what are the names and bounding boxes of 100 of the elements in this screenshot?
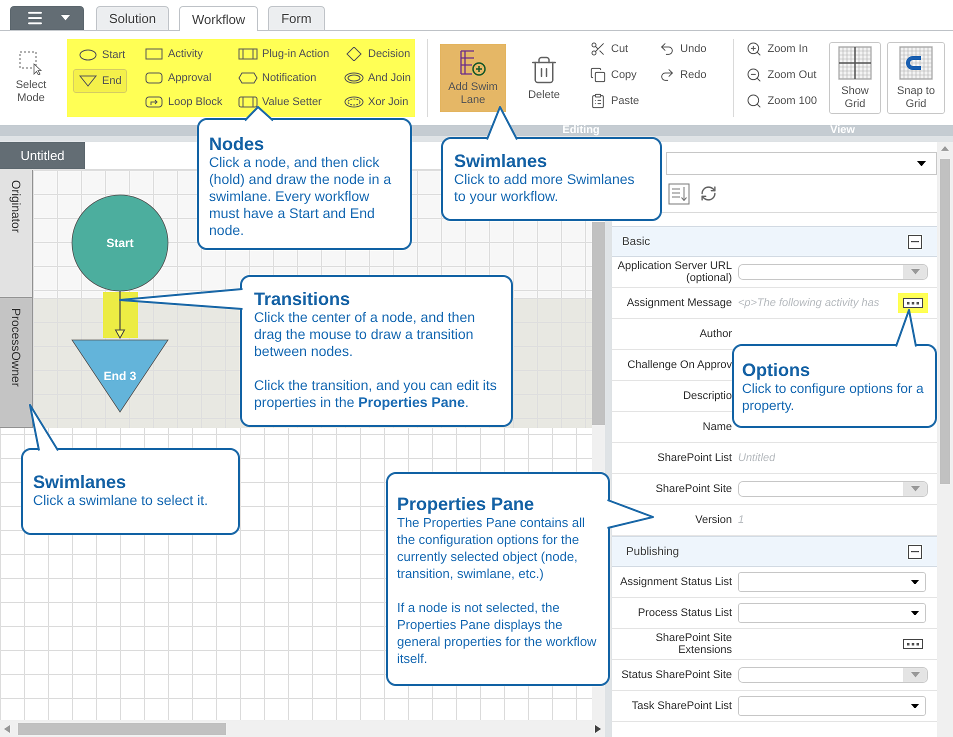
node-tool-button[interactable]: Approval [139,67,216,89]
dropdown-caret-icon [910,486,920,492]
node-tool-button[interactable]: Xor Join [339,91,414,113]
scroll-left-icon[interactable] [4,724,10,732]
menu-button[interactable] [10,6,84,30]
options-button[interactable] [898,293,928,313]
select-field[interactable] [738,603,926,623]
callout-title: Options [742,360,811,380]
callout-text: Click to configure options for a property. [742,380,925,414]
delete-button[interactable]: Delete [514,44,574,112]
combo-box[interactable] [738,667,928,683]
scroll-right-icon[interactable] [595,724,601,732]
ribbon-tab[interactable]: Solution [96,6,169,30]
ribbon-tab[interactable]: Form [268,6,325,30]
property-label: Assignment Status List [619,576,733,588]
start-node[interactable] [72,194,168,292]
zoom-button[interactable]: Zoom In [746,37,817,61]
select-mode-button[interactable]: Select Mode [10,48,52,108]
property-label: Name [702,421,733,433]
collapse-toggle[interactable] [908,544,922,558]
property-label: Status SharePoint Site [620,669,733,681]
property-label: Application Server URL (optional) [616,260,733,284]
caret-icon [61,15,70,21]
add-swim-lane-button[interactable]: Add Swim Lane [440,44,506,112]
property-label: SharePoint List [656,452,733,464]
scrollbar-thumb[interactable] [592,222,605,425]
select-field[interactable] [738,572,926,592]
node-tool-button[interactable]: Plug-in Action [233,43,334,65]
ellipsis-icon [903,298,923,308]
combo-box[interactable] [738,264,928,280]
transition-arrow[interactable] [114,291,126,340]
view-toggle-button[interactable]: Snap to Grid [887,42,945,114]
dropdown-caret-icon [911,610,919,616]
callout-title: Nodes [209,134,266,154]
document-tab[interactable]: Untitled [0,142,85,169]
dropdown-caret-icon [911,580,919,584]
collapse-toggle[interactable] [908,234,922,248]
trash-icon [529,54,559,84]
zoom-out-icon [746,67,762,83]
section-header[interactable]: Basic [612,226,937,257]
end-node[interactable] [71,340,169,413]
callout-title: Transitions [254,289,352,309]
zoom-button[interactable]: Zoom Out [746,63,817,87]
combo-box[interactable] [738,481,928,497]
magnifier-icon [746,93,762,109]
loop-shape-icon [144,95,164,109]
activity-shape-icon [144,47,164,61]
end-shape-icon [78,74,98,88]
callout-title: Swimlanes [454,151,548,171]
node-tool-button[interactable]: And Join [339,67,416,89]
property-label: Task SharePoint List [630,700,733,712]
property-value: 1 [738,514,744,526]
callout-text: The Properties Pane contains all the configuration options for the currently selected object (node, transition, swimlane, etc.) [397,514,586,582]
property-label: Version [694,514,733,526]
callout-title: Properties Pane [397,494,536,514]
scroll-up-icon[interactable] [941,146,949,151]
node-tool-button[interactable]: Start [73,43,130,67]
callout-text: Click to add more Swimlanes to your workflow. [454,171,636,205]
minus-icon [911,550,919,552]
minus-icon [911,240,919,242]
andjoin-shape-icon [344,71,364,85]
horizontal-scrollbar[interactable] [0,720,605,737]
callout-text: Click a node, and then click (hold) and draw the node in a swimlane. Every workflow must have a Start and End node. [209,154,392,239]
node-tool-button[interactable]: Loop Block [139,91,228,113]
object-select[interactable] [666,152,937,175]
node-tool-button[interactable]: Decision [339,43,416,65]
sort-list-icon[interactable] [668,182,690,204]
magnet-grid-icon [898,45,934,81]
vertical-scrollbar[interactable] [937,142,953,737]
swimlane-header[interactable]: Originator [0,170,33,298]
property-value: Untitled [738,452,776,464]
view-toggle-button[interactable]: Show Grid [829,42,881,114]
command-button[interactable]: Redo [659,63,706,87]
section-header[interactable]: Publishing [612,536,937,567]
ribbon-tab[interactable]: Workflow [178,6,258,31]
node-tool-button[interactable]: Value Setter [233,91,327,113]
callout-text: Click the center of a node, and then drag the mouse to draw a transition between nodes. [254,309,476,360]
callout-text: Click a swimlane to select it. [33,492,210,509]
swimlane-header[interactable]: ProcessOwner [0,298,33,428]
node-tool-button[interactable]: Notification [233,67,322,89]
node-label: Start [106,236,134,250]
node-label: End 3 [104,369,136,383]
xorjoin-shape-icon [344,95,364,109]
zoom-button[interactable]: Zoom 100 [746,89,817,113]
node-tool-button[interactable]: End [73,69,127,93]
command-button[interactable]: Cut [590,37,640,61]
paste-icon [590,93,606,109]
scissors-icon [590,41,606,57]
select-field[interactable] [738,696,926,716]
menu-icon [26,9,44,27]
command-button[interactable]: Copy [590,63,640,87]
node-tool-button[interactable]: Activity [139,43,208,65]
command-button[interactable]: Undo [659,37,706,61]
section-title: Basic [622,236,650,248]
property-label: SharePoint Site Extensions [654,632,733,656]
command-button[interactable]: Paste [590,89,640,113]
dropdown-caret-icon [911,704,919,708]
notification-shape-icon [238,71,258,85]
property-label: Assignment Message [626,297,733,309]
refresh-icon[interactable] [700,185,717,202]
